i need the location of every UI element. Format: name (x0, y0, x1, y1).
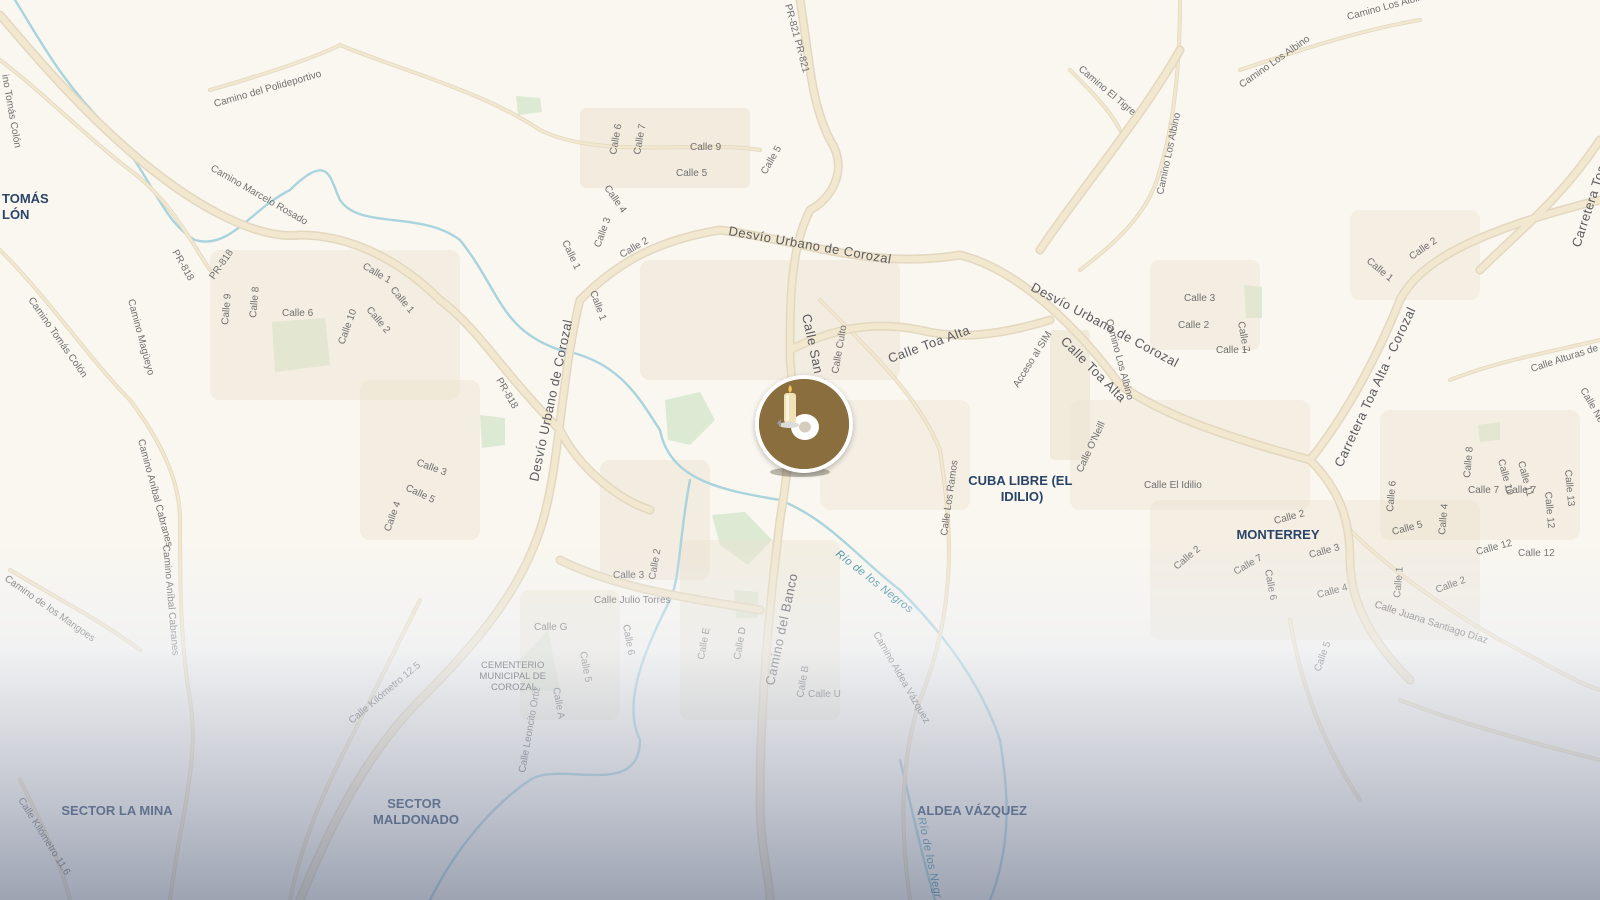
area-label-sector-la-mina: SECTOR LA MINA (61, 803, 173, 818)
candle-plate (779, 422, 799, 428)
area-label-line: SECTOR (387, 796, 442, 811)
candle-body (784, 393, 796, 423)
area-label-line: CEMENTERIO (481, 660, 544, 671)
street-label: Calle 2 (1178, 320, 1210, 331)
candle-icon (759, 379, 849, 469)
street-label: Calle G (534, 622, 568, 633)
street-label: Calle 6 (282, 308, 314, 319)
area-label-aldea-vazquez: ALDEA VÁZQUEZ (917, 803, 1027, 818)
street-label: Calle 12 (1518, 548, 1555, 559)
area-label-line: CUBA LIBRE (EL (968, 473, 1072, 488)
area-label-line: TOMÁS (2, 191, 49, 206)
street-label: Calle Julio Torres (594, 595, 671, 606)
area-label-monterrey: MONTERREY (1236, 527, 1319, 542)
area-label-line: COROZAL (491, 682, 537, 693)
candle-holder-inner (799, 421, 811, 433)
street-label: Calle U (808, 689, 841, 700)
candle-memorial-marker[interactable] (755, 375, 853, 473)
street-label: Calle 3 (613, 570, 645, 581)
area-label-line: MALDONADO (373, 812, 459, 827)
candle-highlight (786, 395, 789, 421)
street-label: Calle 9 (690, 142, 722, 153)
area-label-line: MUNICIPAL DE (479, 671, 546, 682)
street-label: Calle 3 (1184, 293, 1216, 304)
street-label: Calle 7 (1468, 485, 1500, 496)
area-label-line: LÓN (2, 207, 29, 222)
street-label: Calle 5 (676, 168, 708, 179)
street-label: Calle El Idilio (1144, 480, 1202, 491)
area-label-line: IDILIO) (1001, 489, 1044, 504)
